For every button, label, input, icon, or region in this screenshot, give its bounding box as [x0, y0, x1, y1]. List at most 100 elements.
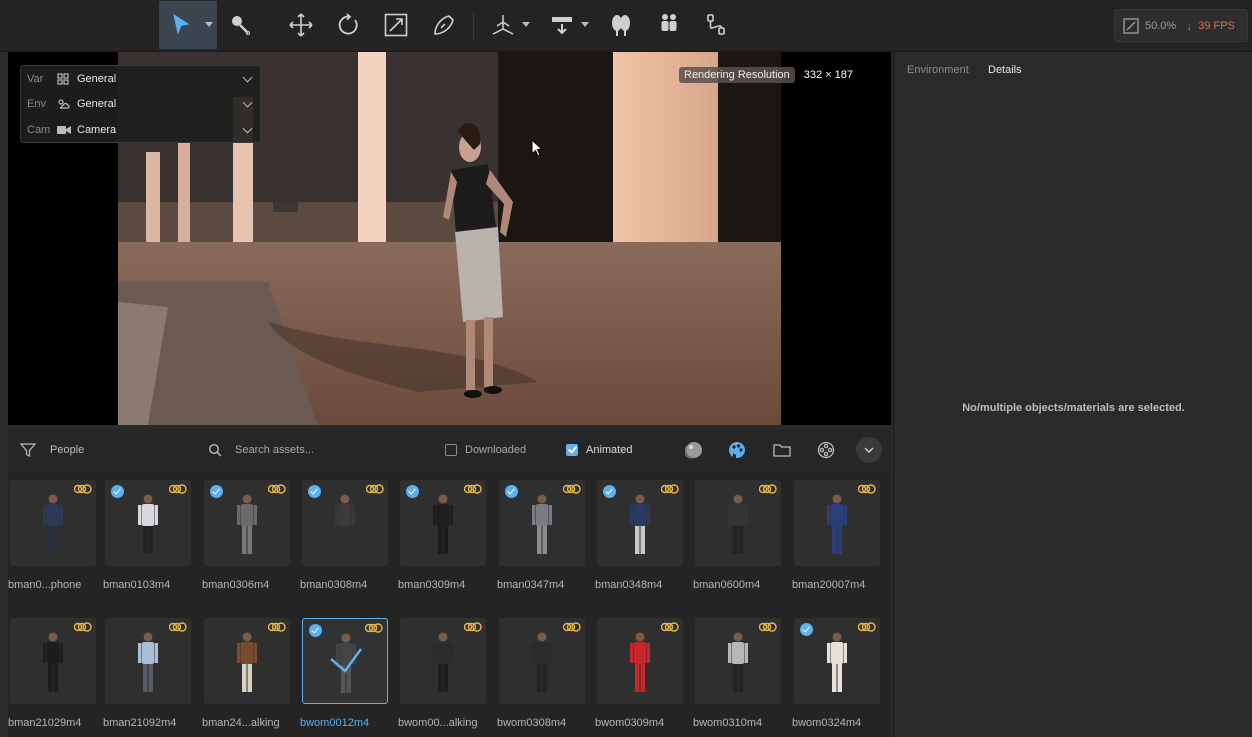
asset-card[interactable]: [302, 618, 388, 704]
animated-icon: [74, 484, 92, 494]
asset-card[interactable]: [794, 618, 880, 704]
asset-card[interactable]: [204, 618, 290, 704]
chevron-down-icon: [205, 22, 213, 27]
cursor-arrow-icon: [173, 13, 190, 35]
path-tool-button[interactable]: [543, 1, 593, 49]
downloaded-check-icon: [309, 624, 322, 637]
camera-selector[interactable]: Cam Camera: [21, 117, 260, 143]
animated-icon: [268, 622, 286, 632]
paint-icon: [434, 15, 454, 35]
asset-name: bman0308m4: [300, 579, 368, 591]
mouse-cursor-icon: [531, 139, 543, 157]
search-input[interactable]: Search assets...: [235, 444, 314, 456]
tab-details[interactable]: Details: [988, 64, 1022, 76]
asset-card[interactable]: [302, 480, 388, 566]
scale-tool-button[interactable]: [374, 1, 418, 49]
render-scale-value: 50.0%: [1145, 19, 1177, 32]
asset-card[interactable]: [204, 480, 290, 566]
film-reel-icon: [817, 441, 835, 459]
environment-value: General: [77, 98, 117, 110]
asset-card[interactable]: [10, 618, 96, 704]
downloaded-label: Downloaded: [465, 444, 527, 456]
asset-card[interactable]: [499, 618, 585, 704]
search-assets-field[interactable]: Search assets...: [208, 429, 408, 471]
folder-button[interactable]: [773, 429, 791, 471]
place-object-icon: [492, 15, 514, 35]
materials-library-button[interactable]: [685, 429, 703, 471]
animated-icon: [464, 484, 482, 494]
downloaded-check-icon: [210, 485, 223, 498]
chevron-down-icon: [581, 22, 589, 27]
render-viewport[interactable]: Var General Env General Cam Camera Rende…: [8, 52, 891, 425]
folder-icon: [773, 444, 791, 457]
rendering-resolution-info: Rendering Resolution 332 × 187: [679, 66, 853, 84]
main-toolbar: 50.0% ↓ 39 FPS: [0, 0, 1252, 52]
asset-name: bman0103m4: [103, 579, 171, 591]
expand-library-button[interactable]: [856, 437, 882, 463]
place-object-button[interactable]: [484, 1, 534, 49]
asset-name: bwom0012m4: [300, 717, 370, 729]
animated-icon: [661, 484, 679, 494]
asset-name: bwom0308m4: [497, 717, 567, 729]
category-label: People: [50, 444, 85, 456]
rotate-tool-button[interactable]: [326, 1, 370, 49]
properties-panel: Environment Details No/multiple objects/…: [893, 52, 1252, 737]
selection-message: No/multiple objects/materials are select…: [962, 402, 1185, 414]
asset-card[interactable]: [695, 618, 781, 704]
vegetation-button[interactable]: [599, 1, 643, 49]
scale-icon: [384, 13, 408, 37]
category-filter[interactable]: People: [20, 429, 84, 471]
camera-key: Cam: [27, 124, 51, 136]
animated-icon: [169, 622, 187, 632]
move-tool-button[interactable]: [279, 1, 323, 49]
environment-key: Env: [27, 98, 46, 110]
asset-name: bman20007m4: [792, 579, 866, 591]
animated-icon: [858, 622, 876, 632]
asset-card[interactable]: [597, 480, 683, 566]
asset-card[interactable]: [400, 480, 486, 566]
tab-environment[interactable]: Environment: [907, 64, 969, 76]
asset-name: bwom0309m4: [595, 717, 665, 729]
environment-selector[interactable]: Env General: [21, 91, 260, 117]
animated-icon: [563, 622, 581, 632]
rotate-icon: [338, 13, 358, 35]
objects-library-button[interactable]: [728, 429, 746, 471]
path-tool-icon: [552, 17, 572, 35]
animated-icon: [858, 484, 876, 494]
animated-checkbox[interactable]: [566, 444, 578, 456]
paint-tool-button[interactable]: [422, 1, 466, 49]
move-icon: [289, 13, 313, 37]
asset-card[interactable]: [10, 480, 96, 566]
select-tool-button[interactable]: [159, 1, 217, 49]
chevron-down-icon: [864, 447, 874, 453]
animated-icon: [661, 622, 679, 632]
asset-card[interactable]: [105, 480, 191, 566]
chevron-down-icon: [242, 123, 253, 134]
measure-button[interactable]: [694, 1, 738, 49]
animated-icon: [169, 484, 187, 494]
chevron-down-icon: [242, 72, 253, 83]
asset-name: bman24...alking: [202, 717, 280, 729]
variation-selector[interactable]: Var General: [21, 66, 260, 92]
downloaded-check-icon: [406, 485, 419, 498]
people-button[interactable]: [647, 1, 691, 49]
asset-card[interactable]: [695, 480, 781, 566]
variation-key: Var: [27, 73, 44, 85]
filter-icon: [20, 443, 36, 457]
asset-card[interactable]: [597, 618, 683, 704]
downloaded-checkbox[interactable]: [445, 444, 457, 456]
asset-card[interactable]: [400, 618, 486, 704]
downloaded-filter[interactable]: Downloaded: [445, 429, 526, 471]
measure-icon: [707, 14, 725, 35]
material-picker-button[interactable]: [219, 1, 263, 49]
palette-icon: [729, 442, 745, 458]
variation-icon: [57, 72, 75, 86]
asset-name: bman0306m4: [202, 579, 270, 591]
asset-card[interactable]: [794, 480, 880, 566]
asset-card[interactable]: [499, 480, 585, 566]
downloaded-check-icon: [111, 485, 124, 498]
asset-name: bwom00...alking: [398, 717, 478, 729]
animated-filter[interactable]: Animated: [566, 429, 632, 471]
media-library-button[interactable]: [817, 429, 835, 471]
asset-card[interactable]: [105, 618, 191, 704]
